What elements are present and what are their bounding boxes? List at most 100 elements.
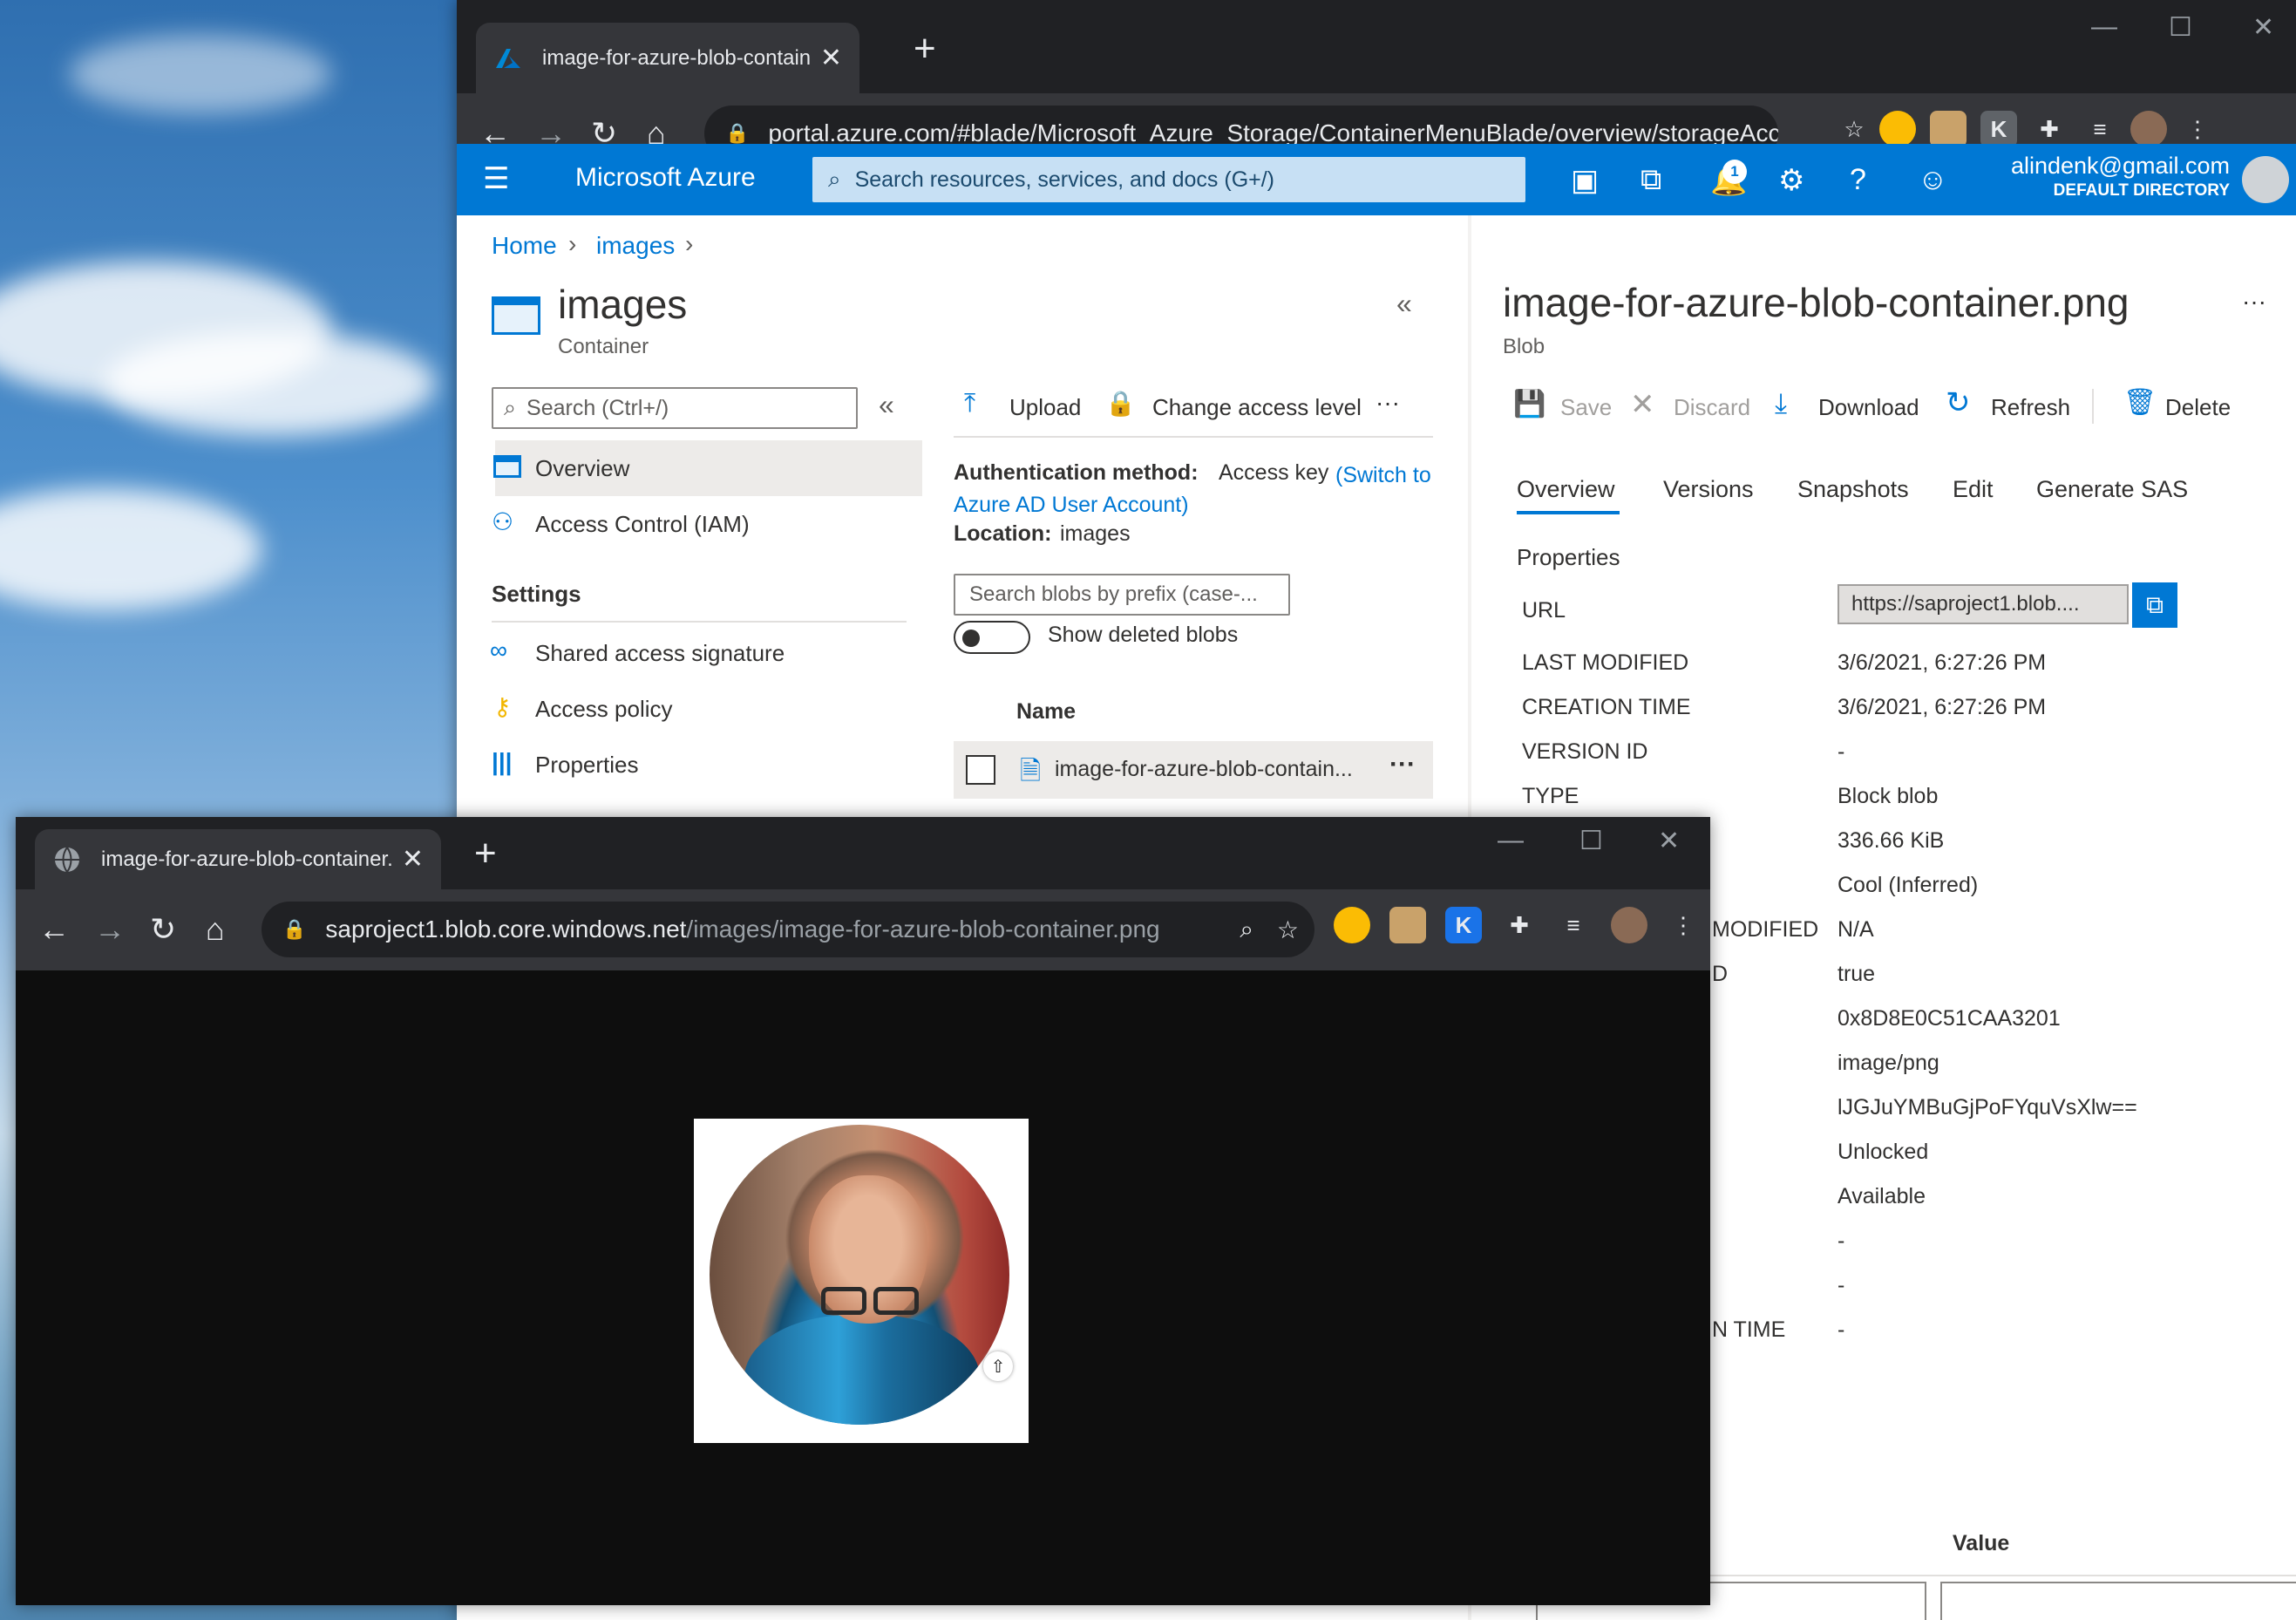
blob-name-link[interactable]: image-for-azure-blob-contain...: [1055, 757, 1353, 782]
bookmark-star-icon[interactable]: ☆: [1836, 111, 1872, 147]
property-value: lJGJuYMBuGjPoFYquVsXlw==: [1837, 1095, 2137, 1120]
auth-switch-link[interactable]: (Switch to Azure AD User Account): [954, 460, 1442, 520]
home-icon[interactable]: ⌂: [206, 909, 225, 950]
minimize-icon[interactable]: —: [2091, 12, 2117, 42]
collapse-menu-icon[interactable]: «: [879, 389, 894, 421]
name-column-header[interactable]: Name: [1016, 699, 1076, 725]
toggle-knob: [962, 630, 980, 647]
property-value: Block blob: [1837, 784, 1939, 808]
property-label-partial: N TIME: [1712, 1317, 1786, 1342]
property-value: Cool (Inferred): [1837, 873, 1979, 897]
tab-generate-sas[interactable]: Generate SAS: [2036, 476, 2188, 503]
media-control-icon[interactable]: ≡: [1555, 907, 1592, 943]
refresh-button[interactable]: Refresh: [1991, 394, 2070, 421]
azure-favicon-icon: [496, 48, 520, 68]
back-icon[interactable]: ←: [38, 909, 70, 950]
property-value: image/png: [1837, 1051, 1939, 1075]
maximize-icon[interactable]: ☐: [2169, 12, 2192, 43]
blob-more-icon[interactable]: ···: [2242, 288, 2266, 316]
lock-icon: 🔒: [1105, 390, 1136, 417]
browser-tab[interactable]: image-for-azure-blob-container.p ✕: [35, 829, 441, 889]
url-value: https://saproject1.blob....: [1851, 592, 2080, 616]
row-more-icon[interactable]: ···: [1389, 750, 1416, 779]
delete-button[interactable]: Delete: [2165, 394, 2231, 421]
metadata-value-input[interactable]: [1940, 1582, 2296, 1620]
close-window-icon[interactable]: ✕: [1658, 826, 1680, 856]
breadcrumb-images[interactable]: images: [596, 232, 675, 260]
maximize-icon[interactable]: ☐: [1579, 826, 1603, 856]
media-control-icon[interactable]: ≡: [2082, 111, 2118, 147]
save-button[interactable]: Save: [1560, 394, 1612, 421]
user-avatar[interactable]: [2242, 156, 2289, 203]
help-icon[interactable]: ?: [1850, 163, 1866, 197]
profile-avatar-icon[interactable]: [1611, 907, 1647, 943]
copy-url-icon[interactable]: ⧉: [2132, 582, 2177, 628]
tab-edit[interactable]: Edit: [1953, 476, 1994, 503]
upload-button[interactable]: Upload: [1009, 394, 1081, 421]
url-label: URL: [1522, 598, 1566, 623]
account-info[interactable]: alindenk@gmail.com DEFAULT DIRECTORY: [2011, 153, 2230, 201]
extension-2-icon[interactable]: [1930, 111, 1967, 147]
forward-icon[interactable]: →: [94, 909, 126, 950]
extension-1-icon[interactable]: [1334, 907, 1370, 943]
discard-button[interactable]: Discard: [1674, 394, 1750, 421]
tab-snapshots[interactable]: Snapshots: [1797, 476, 1909, 503]
extensions-puzzle-icon[interactable]: ✚: [1501, 907, 1538, 943]
browser-menu-icon[interactable]: ⋮: [1665, 907, 1702, 943]
upload-icon: ⤒: [964, 389, 976, 418]
feedback-smiley-icon[interactable]: ☺: [1918, 163, 1948, 197]
new-tab-icon[interactable]: +: [474, 834, 497, 873]
menu-item-iam[interactable]: Access Control (IAM): [535, 511, 750, 538]
directory-filter-icon[interactable]: ⧉: [1640, 163, 1661, 197]
user-directory: DEFAULT DIRECTORY: [2053, 181, 2230, 200]
settings-gear-icon[interactable]: ⚙: [1778, 163, 1804, 198]
profile-avatar-icon[interactable]: [2130, 111, 2167, 147]
azure-global-search[interactable]: ⌕ Search resources, services, and docs (…: [812, 157, 1525, 202]
tab-title: image-for-azure-blob-container.p: [542, 45, 810, 70]
extension-1-icon[interactable]: [1879, 111, 1916, 147]
row-checkbox[interactable]: [966, 755, 995, 785]
tab-versions[interactable]: Versions: [1663, 476, 1754, 503]
menu-item-access-policy[interactable]: Access policy: [535, 696, 673, 723]
close-tab-icon[interactable]: ✕: [820, 43, 842, 73]
show-deleted-label: Show deleted blobs: [1048, 623, 1239, 647]
close-tab-icon[interactable]: ✕: [402, 844, 424, 875]
location-label: Location:: [954, 521, 1052, 546]
extension-k-icon[interactable]: K: [1980, 111, 2017, 147]
file-icon: 🗎: [1020, 757, 1042, 786]
url-field[interactable]: https://saproject1.blob....: [1837, 584, 2129, 624]
extensions-puzzle-icon[interactable]: ✚: [2031, 111, 2068, 147]
minimize-icon[interactable]: —: [1498, 826, 1524, 855]
show-deleted-toggle[interactable]: [954, 621, 1030, 654]
menu-item-overview[interactable]: Overview: [535, 455, 629, 482]
address-bar[interactable]: 🔒 saproject1.blob.core.windows.net/image…: [262, 902, 1314, 957]
menu-search-input[interactable]: ⌕ Search (Ctrl+/): [492, 387, 858, 429]
reload-icon[interactable]: ↻: [150, 909, 176, 950]
browser-menu-icon[interactable]: ⋮: [2179, 111, 2216, 147]
bookmark-star-icon[interactable]: ☆: [1277, 916, 1299, 944]
address-path: /images/image-for-azure-blob-container.p…: [686, 916, 1160, 943]
value-column-header: Value: [1953, 1531, 2010, 1555]
new-tab-icon[interactable]: +: [914, 30, 936, 68]
chevron-right-icon: ›: [568, 230, 577, 257]
hamburger-menu-icon[interactable]: ☰: [483, 161, 509, 196]
blob-search-input[interactable]: Search blobs by prefix (case-...: [954, 574, 1290, 616]
azure-brand[interactable]: Microsoft Azure: [575, 163, 756, 193]
change-access-button[interactable]: Change access level: [1152, 394, 1362, 421]
browser-tab[interactable]: image-for-azure-blob-container.p ✕: [476, 23, 859, 93]
photo-face: [809, 1175, 927, 1324]
menu-item-properties[interactable]: Properties: [535, 752, 639, 779]
breadcrumb-home[interactable]: Home: [492, 232, 557, 260]
menu-item-sas[interactable]: Shared access signature: [535, 640, 785, 667]
tab-overview[interactable]: Overview: [1517, 476, 1615, 503]
download-button[interactable]: Download: [1818, 394, 1919, 421]
close-window-icon[interactable]: ✕: [2252, 12, 2274, 43]
collapse-blade-icon[interactable]: «: [1396, 288, 1412, 320]
cloud-shell-icon[interactable]: ▣: [1571, 163, 1599, 198]
more-actions-button[interactable]: ···: [1376, 389, 1400, 417]
zoom-search-icon[interactable]: ⌕: [1240, 916, 1253, 944]
extension-2-icon[interactable]: [1389, 907, 1426, 943]
blob-row[interactable]: 🗎 image-for-azure-blob-contain... ···: [954, 741, 1433, 799]
property-value: Available: [1837, 1184, 1926, 1208]
extension-k-icon[interactable]: K: [1445, 907, 1482, 943]
